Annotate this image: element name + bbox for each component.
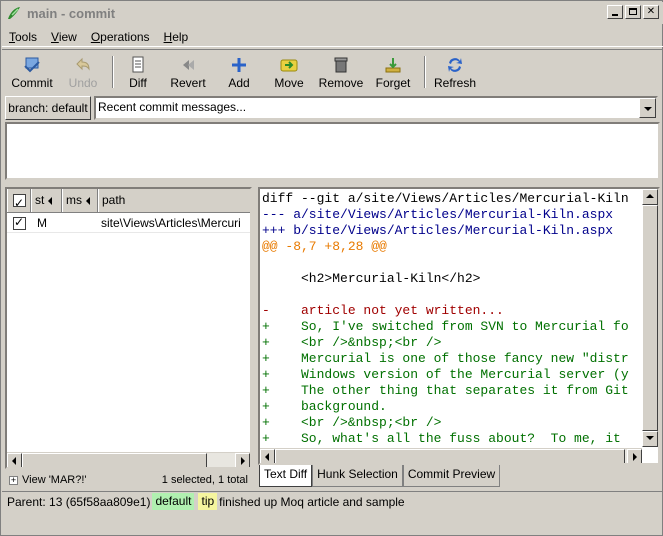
diff-line-ctx: <h2>Mercurial-Kiln</h2> <box>262 271 481 286</box>
parent-revision: Parent: 13 (65f58aa809e1) <box>7 494 151 509</box>
undo-icon <box>76 57 90 71</box>
branch-tag: default <box>152 493 195 510</box>
diff-line-del: - article not yet written... <box>262 303 504 318</box>
menu-tools[interactable]: Tools <box>2 30 44 44</box>
forget-button[interactable]: Forget <box>368 50 418 92</box>
diff-vscrollbar[interactable] <box>642 189 658 447</box>
toolbar: Commit Undo Diff Revert Add Move Remove … <box>2 49 663 91</box>
diff-line-file: --- a/site/Views/Articles/Mercurial-Kiln… <box>262 207 614 222</box>
diff-line-ctx <box>262 287 629 303</box>
window-title: main - commit <box>27 5 116 21</box>
trash-icon <box>334 57 348 73</box>
recent-commit-messages-combo[interactable]: Recent commit messages... <box>94 96 658 120</box>
diff-viewer[interactable]: diff --git a/site/Views/Articles/Mercuri… <box>258 187 660 465</box>
view-filter-label[interactable]: View 'MAR?!' <box>22 474 87 486</box>
tab-commit-preview[interactable]: Commit Preview <box>402 465 501 487</box>
diff-icon <box>132 56 144 73</box>
file-list-hscrollbar[interactable] <box>7 452 250 467</box>
file-status: M <box>37 215 47 230</box>
sort-arrow-icon <box>48 196 53 205</box>
column-header-path[interactable]: path <box>98 189 250 212</box>
diff-tabs: Text Diff Hunk Selection Commit Preview <box>259 465 501 487</box>
commit-button[interactable]: Commit <box>4 50 60 92</box>
file-list-footer: + View 'MAR?!' 1 selected, 1 total <box>5 471 252 489</box>
sort-arrow-icon <box>86 196 90 205</box>
minimize-button[interactable] <box>607 5 623 19</box>
tab-text-diff[interactable]: Text Diff <box>259 465 313 487</box>
commit-message-textarea[interactable] <box>5 122 660 180</box>
diff-line-add: + Mercurial is one of those fancy new "d… <box>262 351 629 366</box>
combo-value: Recent commit messages... <box>98 100 247 114</box>
forget-icon <box>385 58 401 73</box>
diff-line-file: +++ b/site/Views/Articles/Mercurial-Kiln… <box>262 223 614 238</box>
diff-line-meta: diff --git a/site/Views/Articles/Mercuri… <box>262 191 629 206</box>
scroll-left-button[interactable] <box>7 453 22 467</box>
tortoisehg-app-icon <box>8 7 20 19</box>
column-header-status[interactable]: st <box>31 189 62 212</box>
combo-dropdown-arrow[interactable] <box>639 98 656 118</box>
diff-line-add: + So, I've switched from SVN to Mercuria… <box>262 319 629 334</box>
status-bar: Parent: 13 (65f58aa809e1) default tip fi… <box>2 491 663 511</box>
main-window: main - commit ✕ Tools View Operations He… <box>0 0 663 536</box>
file-list-header: st ms path <box>7 189 250 214</box>
undo-button[interactable]: Undo <box>60 50 106 92</box>
move-button[interactable]: Move <box>264 50 314 92</box>
select-all-checkbox-header[interactable] <box>7 189 31 214</box>
scroll-down-button[interactable] <box>642 431 658 447</box>
branch-button[interactable]: branch: default <box>5 96 91 120</box>
scroll-up-button[interactable] <box>642 189 658 205</box>
maximize-button[interactable] <box>625 5 641 19</box>
tip-tag: tip <box>198 493 218 510</box>
title-bar: main - commit ✕ <box>2 2 663 24</box>
file-path: site\Views\Articles\Mercuri <box>101 215 241 230</box>
menu-view[interactable]: View <box>44 30 84 44</box>
add-plus-icon <box>232 58 246 72</box>
diff-line-hunk: @@ -8,7 +8,28 @@ <box>262 239 387 254</box>
menu-bar: Tools View Operations Help <box>2 27 663 47</box>
diff-hscrollbar[interactable] <box>260 448 642 463</box>
window-controls: ✕ <box>605 5 659 19</box>
menu-operations[interactable]: Operations <box>84 30 157 44</box>
diff-line-add: + <br />&nbsp;<br /> <box>262 335 442 350</box>
file-checkbox[interactable] <box>13 215 26 230</box>
scroll-left-button[interactable] <box>260 449 275 463</box>
diff-line-add: + The other thing that separates it from… <box>262 383 629 398</box>
scroll-thumb[interactable] <box>642 205 658 431</box>
parent-commit-message: finished up Moq article and sample <box>219 494 405 509</box>
file-row[interactable]: M site\Views\Articles\Mercuri <box>7 213 250 233</box>
tab-hunk-selection[interactable]: Hunk Selection <box>312 465 403 487</box>
menu-help[interactable]: Help <box>157 30 196 44</box>
selection-count: 1 selected, 1 total <box>161 474 248 486</box>
column-header-ms[interactable]: ms <box>62 189 98 212</box>
diff-lines: diff --git a/site/Views/Articles/Mercuri… <box>262 191 629 447</box>
diff-line-add: + So, what's all the fuss about? To me, … <box>262 431 629 446</box>
add-button[interactable]: Add <box>214 50 264 92</box>
select-all-checkbox[interactable] <box>13 192 26 214</box>
commit-icon <box>24 57 40 73</box>
file-list: st ms path M site\Views\Articles\Mercuri <box>5 187 252 469</box>
scroll-thumb[interactable] <box>22 453 207 467</box>
move-icon <box>280 59 298 72</box>
revert-button[interactable]: Revert <box>162 50 214 92</box>
refresh-icon <box>448 58 462 72</box>
remove-button[interactable]: Remove <box>314 50 368 92</box>
refresh-button[interactable]: Refresh <box>426 50 484 92</box>
diff-line-add: + <br />&nbsp;<br /> <box>262 415 442 430</box>
diff-button[interactable]: Diff <box>114 50 162 92</box>
scroll-right-button[interactable] <box>627 449 642 463</box>
file-row-checkbox-cell[interactable] <box>7 215 31 230</box>
diff-line-add: + background. <box>262 399 387 414</box>
expand-view-icon[interactable]: + <box>9 475 18 485</box>
scroll-right-button[interactable] <box>235 453 250 467</box>
close-button[interactable]: ✕ <box>643 5 659 19</box>
revert-icon <box>183 60 194 70</box>
diff-line-add: + Windows version of the Mercurial serve… <box>262 367 629 382</box>
scroll-thumb[interactable] <box>275 449 625 463</box>
diff-line-ctx <box>262 255 629 271</box>
